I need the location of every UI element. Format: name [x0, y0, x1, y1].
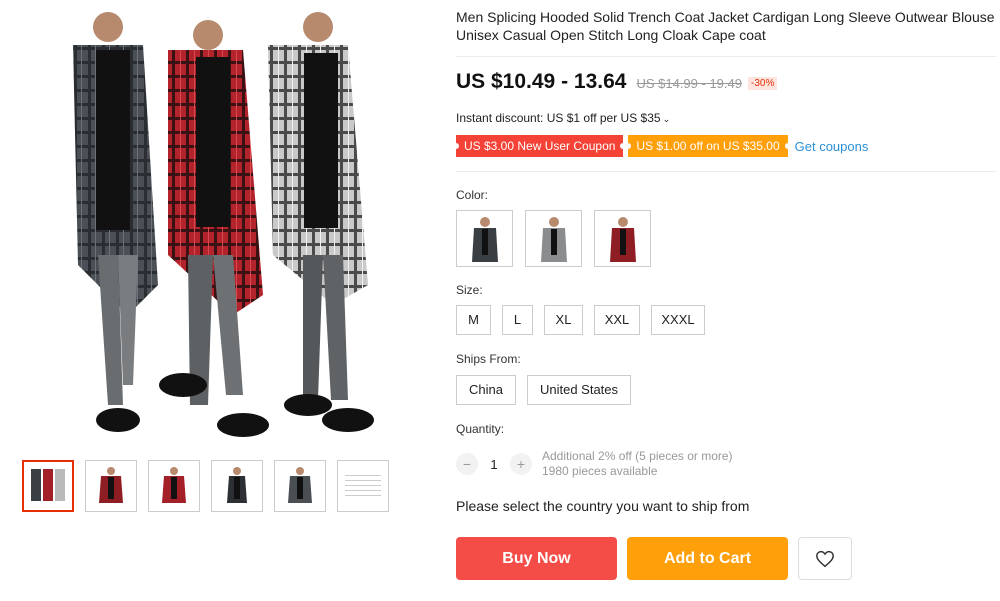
quantity-increase-button[interactable]: + — [510, 453, 532, 475]
ship-country-note: Please select the country you want to sh… — [456, 498, 750, 514]
model-grey-coat — [268, 12, 374, 432]
size-options: M L XL XXL XXXL — [456, 305, 705, 335]
buy-now-button[interactable]: Buy Now — [456, 537, 617, 580]
product-gallery — [0, 0, 420, 601]
thumbnail-strip — [22, 460, 389, 512]
instant-discount-text: Instant discount: US $1 off per US $35 — [456, 111, 661, 125]
size-option-l[interactable]: L — [502, 305, 533, 335]
ships-from-united-states[interactable]: United States — [526, 375, 632, 405]
get-coupons-link[interactable]: Get coupons — [795, 139, 869, 154]
color-swatch-dark[interactable] — [456, 210, 513, 267]
quantity-decrease-button[interactable]: − — [456, 453, 478, 475]
original-price: US $14.99 - 19.49 — [636, 76, 742, 91]
bulk-discount-note: Additional 2% off (5 pieces or more) — [542, 449, 733, 463]
color-swatch-grey[interactable] — [525, 210, 582, 267]
thumbnail-6-size-chart[interactable] — [337, 460, 389, 512]
color-label: Color: — [456, 188, 489, 202]
discount-badge: -30% — [747, 77, 778, 90]
quantity-label: Quantity: — [456, 422, 505, 436]
product-title: Men Splicing Hooded Solid Trench Coat Ja… — [456, 9, 995, 43]
size-label: Size: — [456, 283, 483, 297]
main-product-image[interactable] — [18, 5, 398, 445]
quantity-value[interactable]: 1 — [478, 457, 510, 472]
size-option-m[interactable]: M — [456, 305, 491, 335]
price-row: US $10.49 - 13.64 US $14.99 - 19.49 -30% — [456, 70, 778, 94]
chevron-down-icon: ⌄ — [662, 114, 671, 124]
add-to-cart-button[interactable]: Add to Cart — [627, 537, 788, 580]
instant-discount[interactable]: Instant discount: US $1 off per US $35 ⌄ — [456, 111, 670, 125]
purchase-actions: Buy Now Add to Cart — [456, 537, 852, 580]
thumbnail-4[interactable] — [211, 460, 263, 512]
model-red-coat — [159, 20, 269, 437]
size-option-xxl[interactable]: XXL — [594, 305, 640, 335]
divider — [456, 171, 996, 172]
ships-from-china[interactable]: China — [456, 375, 516, 405]
size-option-xl[interactable]: XL — [544, 305, 583, 335]
divider — [456, 56, 996, 57]
new-user-coupon[interactable]: US $3.00 New User Coupon — [452, 135, 627, 157]
size-option-xxxl[interactable]: XXXL — [651, 305, 705, 335]
color-swatch-red[interactable] — [594, 210, 651, 267]
thumbnail-3[interactable] — [148, 460, 200, 512]
quantity-info: Additional 2% off (5 pieces or more) 198… — [542, 449, 733, 479]
current-price: US $10.49 - 13.64 — [456, 70, 627, 93]
stock-available: 1980 pieces available — [542, 464, 658, 478]
thumbnail-1[interactable] — [22, 460, 74, 512]
ships-from-label: Ships From: — [456, 352, 521, 366]
wishlist-button[interactable] — [798, 537, 852, 580]
quantity-stepper: − 1 + Additional 2% off (5 pieces or mor… — [456, 449, 733, 479]
product-details: Men Splicing Hooded Solid Trench Coat Ja… — [456, 8, 996, 44]
thumbnail-5[interactable] — [274, 460, 326, 512]
color-options — [456, 210, 651, 267]
thumbnail-2[interactable] — [85, 460, 137, 512]
coupon-row: US $3.00 New User Coupon US $1.00 off on… — [452, 135, 869, 157]
store-coupon[interactable]: US $1.00 off on US $35.00 — [625, 135, 791, 157]
heart-icon — [816, 550, 834, 567]
model-dark-coat — [73, 12, 158, 432]
ships-from-options: China United States — [456, 375, 632, 405]
